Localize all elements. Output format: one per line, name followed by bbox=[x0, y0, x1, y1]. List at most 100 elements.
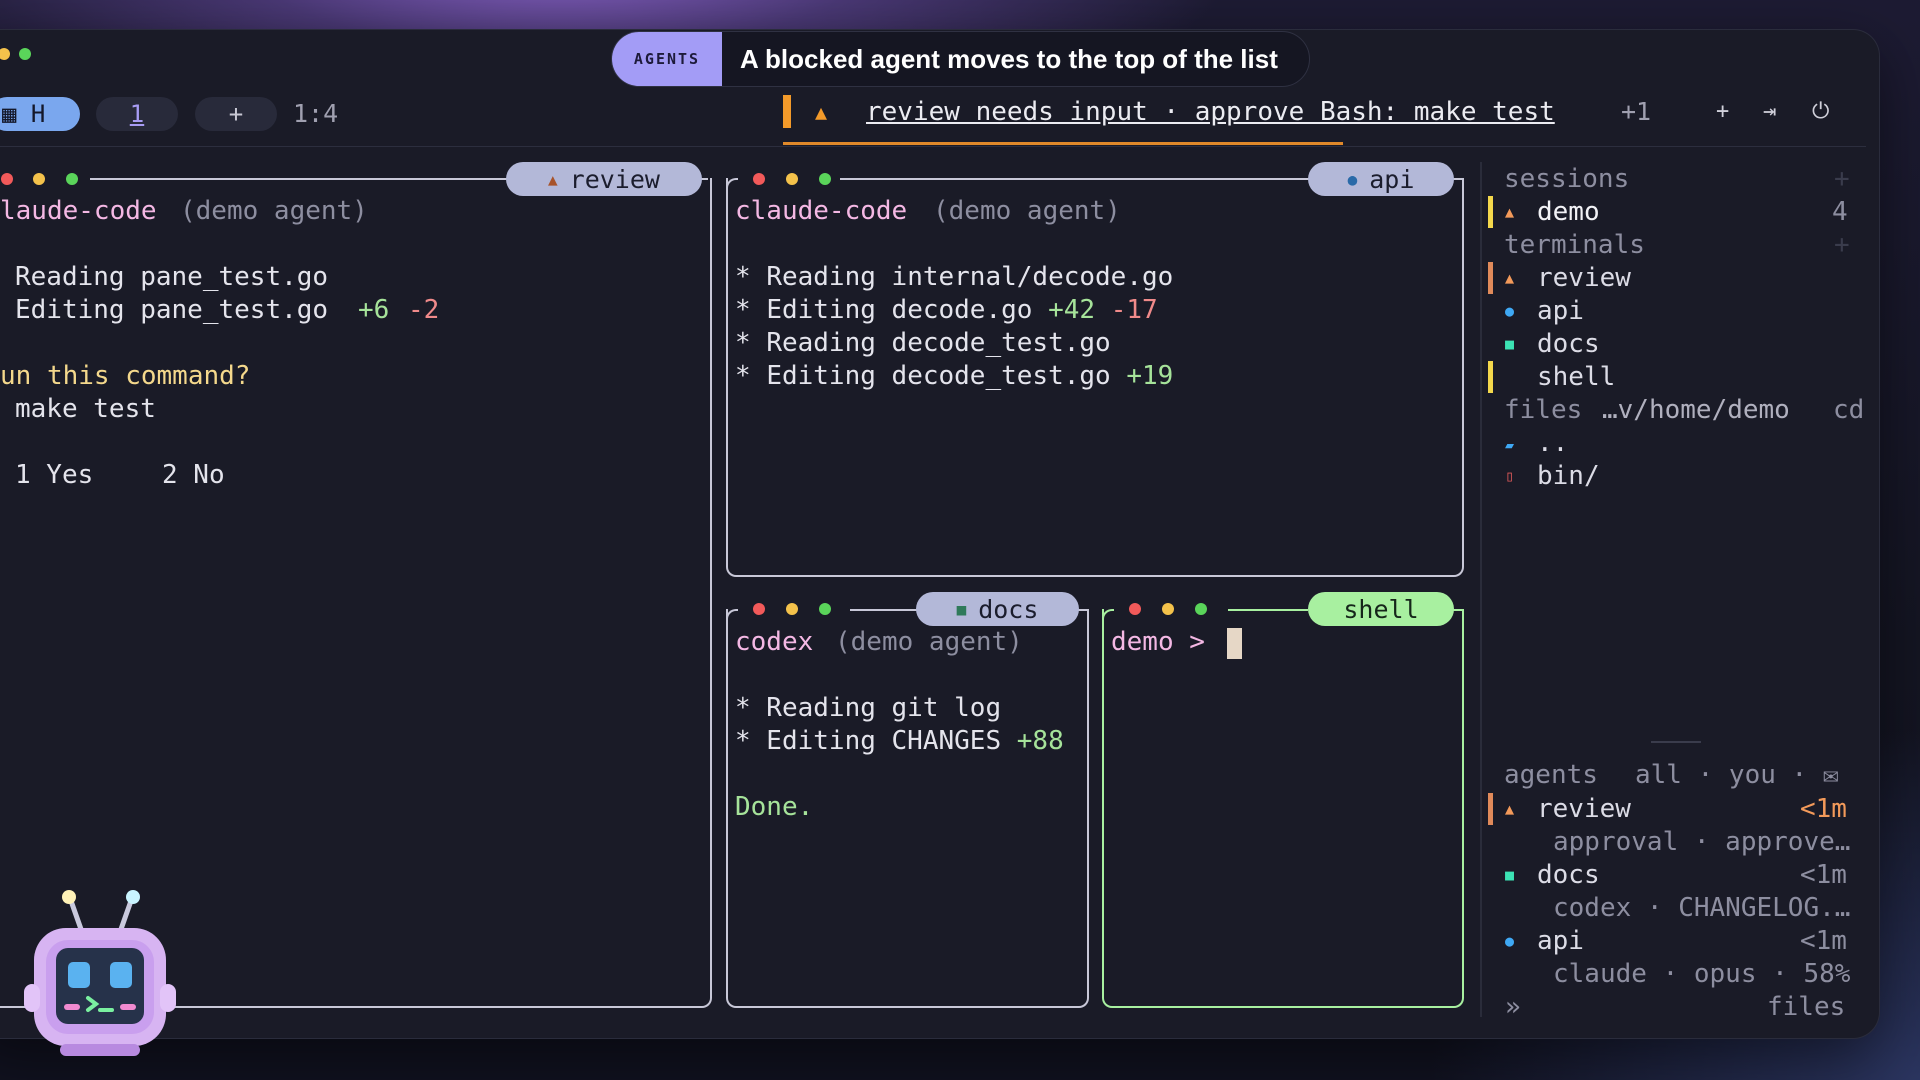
minimize-dot[interactable] bbox=[33, 173, 45, 185]
close-dot[interactable] bbox=[753, 603, 765, 615]
pane-docs-corner bbox=[726, 609, 738, 623]
active-marker bbox=[1488, 361, 1493, 393]
pane-review-title-text: review bbox=[569, 164, 660, 194]
shell-prompt: demo > bbox=[1111, 627, 1205, 657]
agents-filters[interactable]: all · you · ✉ bbox=[1635, 760, 1839, 790]
zoom-dot[interactable] bbox=[819, 603, 831, 615]
option-yes[interactable]: 1 Yes bbox=[15, 460, 93, 490]
log-line: Editing pane_test.go bbox=[15, 295, 329, 325]
agent-name: codex bbox=[735, 627, 814, 657]
tab-bar: ▦ H 1 + 1:4 ▲ review needs input · appro… bbox=[0, 95, 1866, 145]
warning-icon: ▲ bbox=[548, 169, 558, 189]
pane-docs-title-text: docs bbox=[978, 594, 1039, 624]
prompt-question: un this command? bbox=[0, 361, 251, 391]
diff-add: +88 bbox=[1016, 726, 1064, 756]
zoom-dot[interactable] bbox=[819, 173, 831, 185]
attention-marker bbox=[1488, 793, 1493, 825]
alert-more-count[interactable]: +1 bbox=[1621, 97, 1651, 126]
pane-shell-title[interactable]: shell bbox=[1308, 592, 1454, 626]
sidebar-splitter[interactable] bbox=[1651, 741, 1701, 743]
zoom-dot[interactable] bbox=[66, 173, 78, 185]
terminal-cursor[interactable] bbox=[1227, 628, 1242, 659]
pane-review-topline bbox=[90, 178, 510, 180]
agent-note: (demo agent) bbox=[933, 196, 1121, 226]
pane-docs-topline bbox=[850, 609, 920, 611]
exit-icon[interactable]: ⇥ bbox=[1763, 99, 1776, 124]
terminal-shell[interactable]: shell bbox=[1537, 362, 1615, 392]
log-bullet: * bbox=[735, 328, 767, 358]
pane-api-title[interactable]: ● api bbox=[1308, 162, 1454, 196]
log-text: Editing decode_test.go bbox=[766, 361, 1111, 391]
power-icon[interactable]: ⏻ bbox=[1812, 99, 1829, 124]
terminal-docs[interactable]: docs bbox=[1537, 329, 1600, 359]
pane-shell-title-text: shell bbox=[1343, 594, 1419, 624]
active-marker bbox=[1488, 196, 1493, 228]
new-tab-button[interactable]: + bbox=[195, 97, 277, 131]
agent-name: laude-code bbox=[0, 196, 157, 226]
minimize-dot[interactable] bbox=[786, 603, 798, 615]
pane-shell-topline bbox=[1228, 609, 1308, 611]
alert-banner[interactable]: ▲ review needs input · approve Bash: mak… bbox=[783, 95, 1651, 145]
file-icon: ▯ bbox=[1505, 467, 1515, 485]
sidebar-divider bbox=[1480, 162, 1482, 1017]
log-bullet: * bbox=[735, 295, 767, 325]
session-count: 4 bbox=[1832, 197, 1848, 227]
zoom-dot[interactable] bbox=[1195, 603, 1207, 615]
close-dot[interactable] bbox=[1129, 603, 1141, 615]
close-dot[interactable] bbox=[753, 173, 765, 185]
terminal-api[interactable]: api bbox=[1537, 296, 1584, 326]
agent-review[interactable]: review bbox=[1537, 794, 1631, 824]
cd-button[interactable]: cd bbox=[1833, 395, 1864, 425]
log-text: Reading internal/decode.go bbox=[766, 262, 1174, 292]
warning-icon: ▲ bbox=[1505, 800, 1515, 818]
circle-icon: ● bbox=[1505, 932, 1515, 950]
add-session-icon[interactable]: + bbox=[1834, 164, 1850, 194]
pane-api-title-text: api bbox=[1369, 164, 1415, 194]
square-icon: ■ bbox=[956, 599, 967, 619]
circle-icon: ● bbox=[1505, 302, 1515, 320]
file-parent[interactable]: .. bbox=[1537, 428, 1568, 458]
pane-position: 1:4 bbox=[293, 99, 339, 128]
agent-docs-detail: codex · CHANGELOG.… bbox=[1553, 893, 1851, 923]
feature-callout: AGENTS A blocked agent moves to the top … bbox=[611, 31, 1310, 87]
pane-docs-title[interactable]: ■ docs bbox=[916, 592, 1079, 626]
close-dot[interactable] bbox=[1, 173, 13, 185]
log-line: * Reading internal/decode.go bbox=[735, 262, 1173, 292]
session-demo[interactable]: demo bbox=[1537, 197, 1600, 227]
circle-icon: ● bbox=[1347, 169, 1358, 189]
square-icon: ■ bbox=[1505, 866, 1515, 884]
square-icon: ■ bbox=[1505, 335, 1515, 353]
minimize-dot[interactable] bbox=[786, 173, 798, 185]
agent-note: (demo agent) bbox=[180, 196, 368, 226]
tab-home[interactable]: ▦ H bbox=[0, 97, 80, 131]
log-line: * Editing decode_test.go +19 bbox=[735, 361, 1173, 391]
minimize-dot[interactable] bbox=[1162, 603, 1174, 615]
pane-api-corner bbox=[726, 178, 738, 192]
log-line: * Editing decode.go +42 -17 bbox=[735, 295, 1158, 325]
add-terminal-icon[interactable]: + bbox=[1834, 230, 1850, 260]
done-text: Done. bbox=[735, 792, 814, 822]
agent-review-detail: approval · approve… bbox=[1553, 827, 1851, 857]
chevron-right-icon[interactable]: » bbox=[1505, 992, 1521, 1022]
log-line: * Reading git log bbox=[735, 693, 1002, 723]
pane-review-title[interactable]: ▲ review bbox=[506, 162, 702, 196]
agent-docs[interactable]: docs bbox=[1537, 860, 1600, 890]
plus-icon[interactable]: + bbox=[1716, 99, 1729, 124]
terminal-review[interactable]: review bbox=[1537, 263, 1631, 293]
alert-text[interactable]: review needs input · approve Bash: make … bbox=[866, 97, 1555, 127]
callout-message: A blocked agent moves to the top of the … bbox=[740, 43, 1278, 74]
agent-api-time: <1m bbox=[1800, 926, 1847, 956]
files-toggle[interactable]: files bbox=[1767, 992, 1845, 1022]
files-header: files bbox=[1504, 395, 1583, 425]
agent-api[interactable]: api bbox=[1537, 926, 1584, 956]
pane-shell-border bbox=[1102, 609, 1464, 1008]
file-bin[interactable]: bin/ bbox=[1537, 461, 1600, 491]
pane-api-topline bbox=[840, 178, 1310, 180]
tab-1[interactable]: 1 bbox=[96, 97, 178, 131]
window-zoom-dot[interactable] bbox=[19, 48, 31, 60]
log-line: Reading pane_test.go bbox=[15, 262, 329, 292]
attention-marker bbox=[1488, 262, 1493, 294]
warning-icon: ▲ bbox=[815, 100, 828, 124]
option-no[interactable]: 2 No bbox=[162, 460, 225, 490]
log-text: Editing decode.go bbox=[766, 295, 1033, 325]
